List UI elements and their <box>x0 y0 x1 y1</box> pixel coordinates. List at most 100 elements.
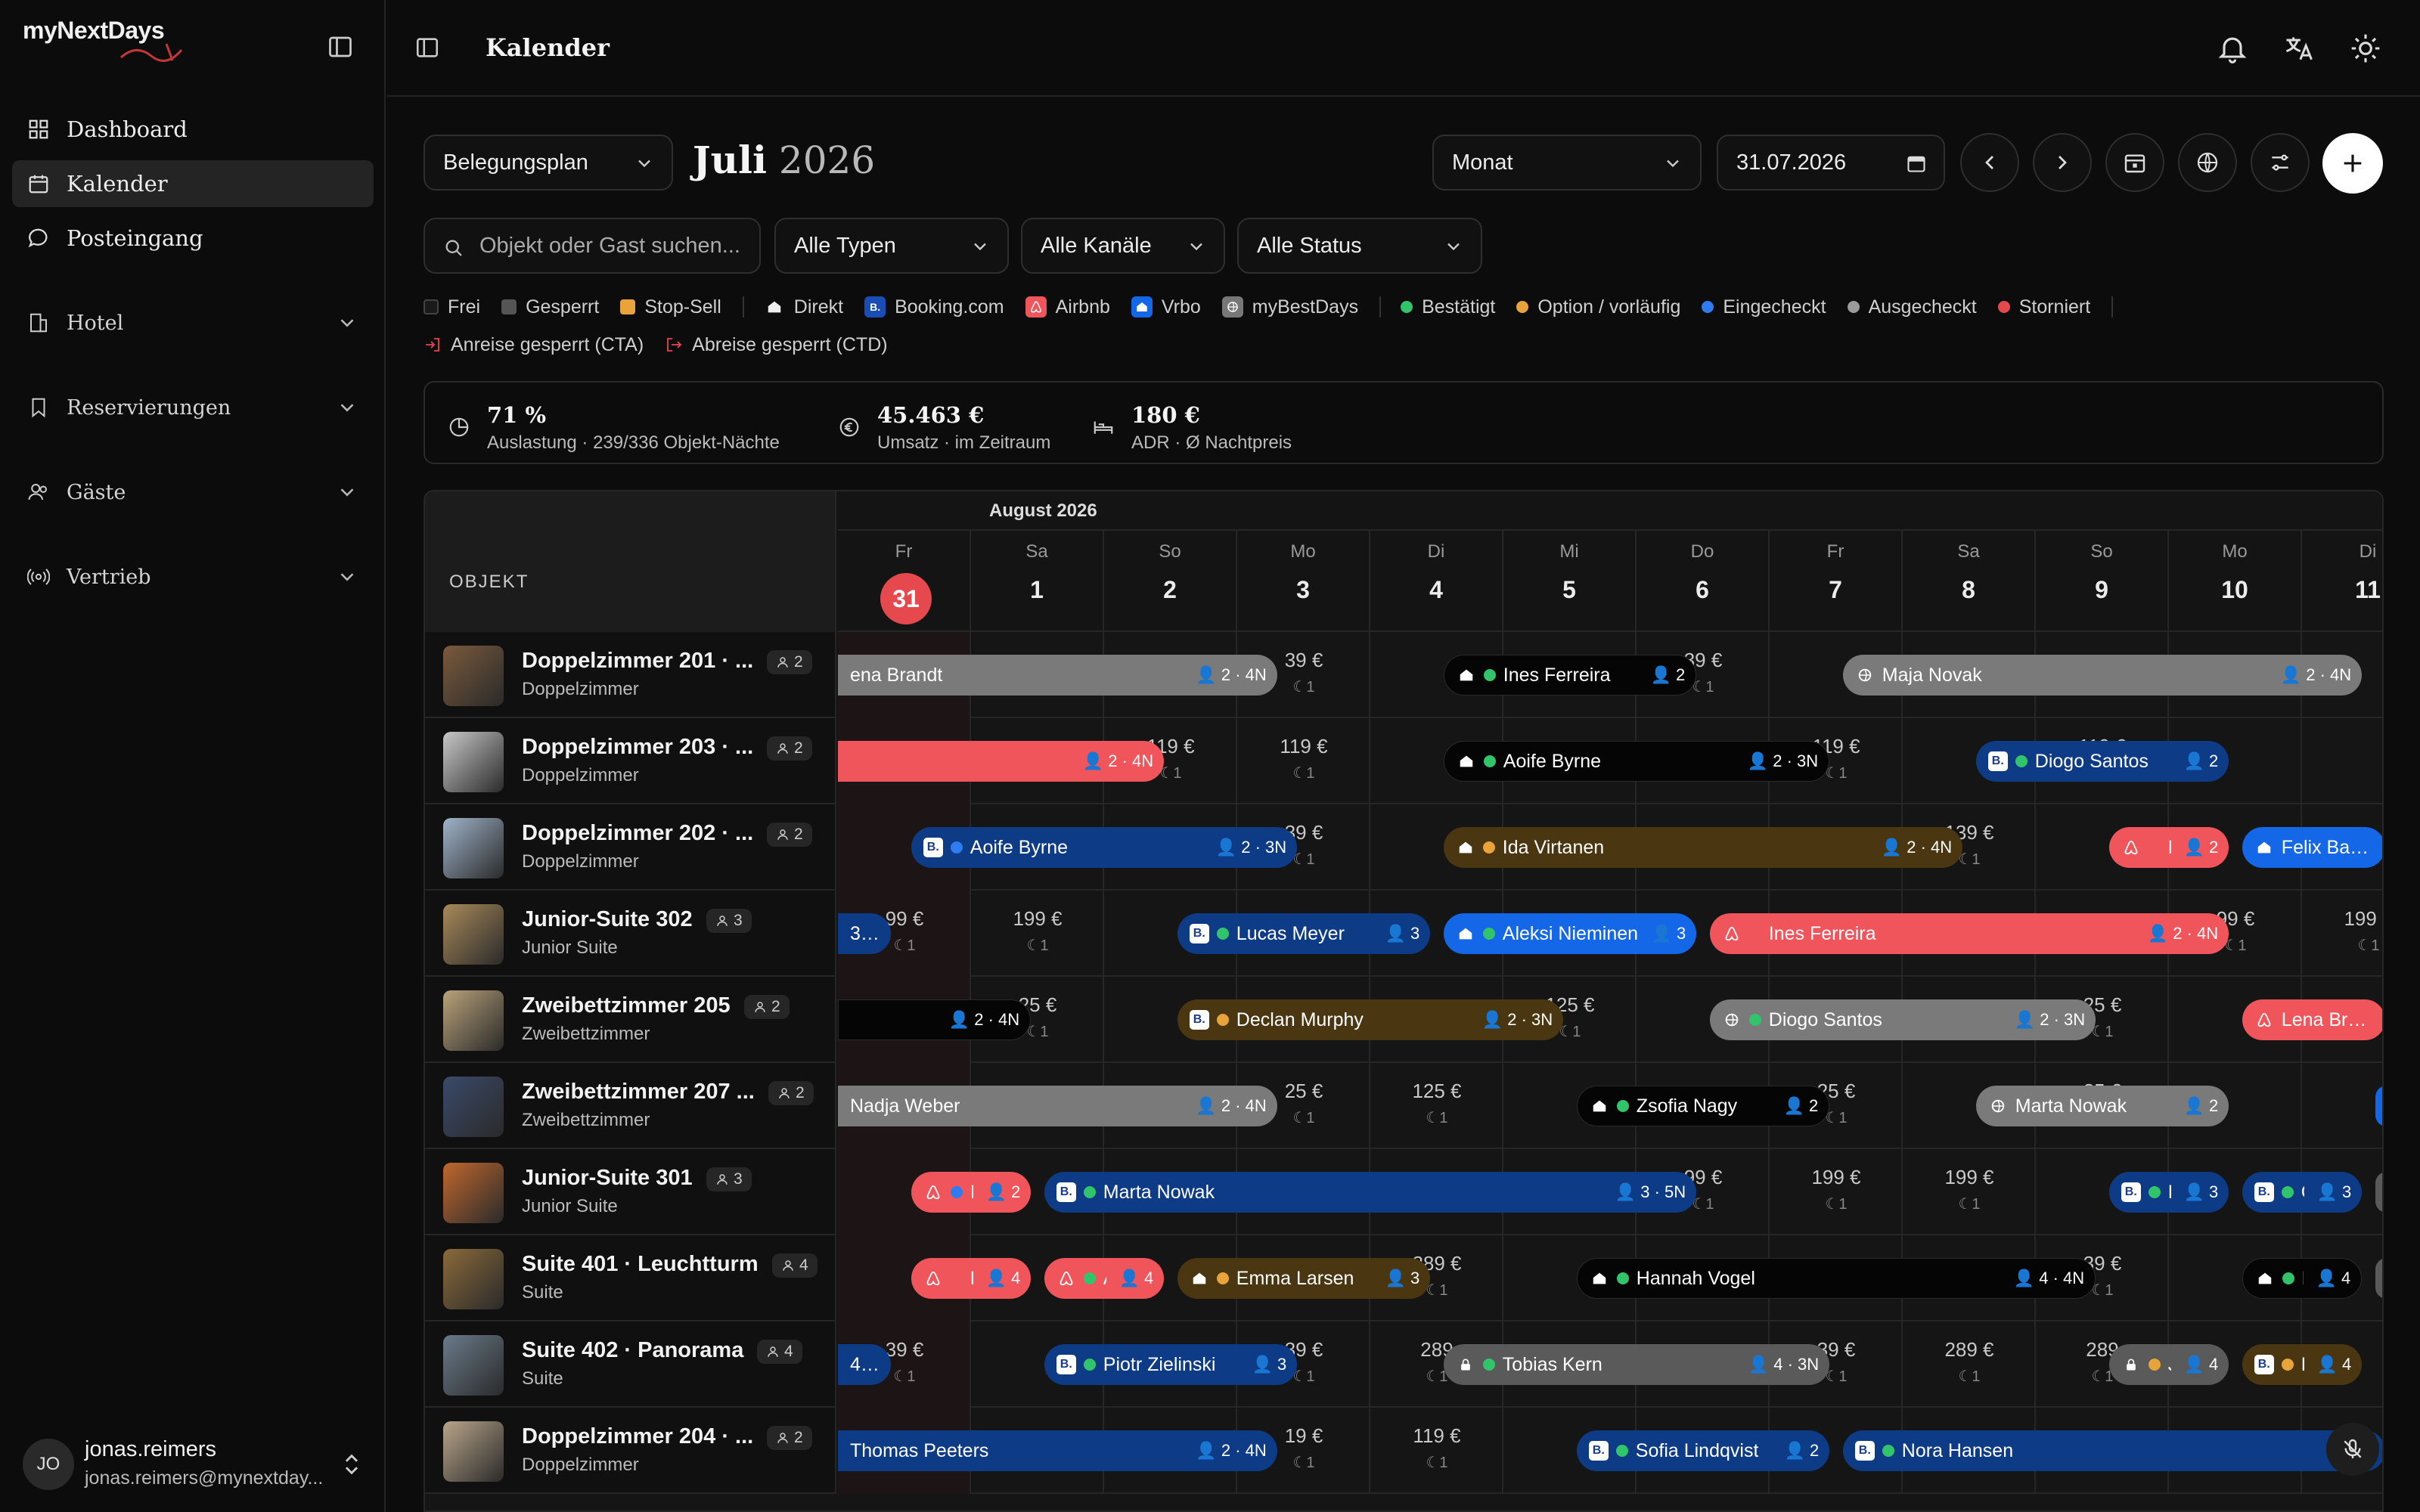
booking-bar[interactable]: Aoife Byrne 👤 2 · 3N <box>1443 741 1830 782</box>
view-select[interactable]: Belegungsplan <box>424 135 673 191</box>
booking-bar[interactable]: Zsofia Nagy 👤 2 <box>1576 1086 1830 1126</box>
calendar-icon[interactable] <box>1906 153 1927 174</box>
prev-button[interactable] <box>1960 133 2019 192</box>
booking-meta: 👤 3 <box>1651 924 1686 943</box>
booking-bar[interactable]: Emma Larsen 👤 3 <box>1177 1258 1431 1299</box>
status-filter[interactable]: Alle Status <box>1237 218 1482 274</box>
object-row-header[interactable]: Doppelzimmer 203 · ... Doppelzimmer 2 <box>425 718 836 804</box>
object-row-header[interactable]: Junior-Suite 302 Junior Suite 3 <box>425 891 836 977</box>
calendar-row: 25 € ☾1 125 € ☾1 25 € ☾1 👤 2 · 4N B. Declan Murp… <box>838 977 2382 1063</box>
booking-bar[interactable]: M.👤 2 <box>2108 827 2229 868</box>
search-input[interactable]: Objekt oder Gast suchen... <box>424 218 761 274</box>
sidebar-group-gaeste[interactable]: Gäste <box>12 469 374 516</box>
booking-bar[interactable]: Ines Ferreira 👤 2 <box>1443 655 1697 696</box>
guest-name: Diogo Santos <box>2034 750 2149 772</box>
object-type: Suite <box>522 1368 563 1389</box>
booking-bar[interactable]: H...👤 4 <box>2242 1258 2363 1299</box>
login-icon <box>426 338 439 352</box>
range-select[interactable]: Monat <box>1432 135 1702 191</box>
booking-bar[interactable]: Lena Brand <box>2242 999 2382 1040</box>
next-button[interactable] <box>2033 133 2092 192</box>
booking-bar[interactable]: B. Lucas Meyer 👤 3 <box>1177 913 1431 954</box>
object-row-header[interactable]: Doppelzimmer 202 · ... Doppelzimmer 2 <box>425 804 836 891</box>
booking-bar[interactable]: Diogo Santos 👤 2 · 3N <box>1709 999 2096 1040</box>
topbar: Kalender <box>387 0 2420 97</box>
booking-bar[interactable] <box>2375 1172 2382 1213</box>
microphone-off-button[interactable] <box>2326 1423 2379 1476</box>
object-row-header[interactable]: Suite 402 · Panorama Suite 4 <box>425 1321 836 1408</box>
booking-bar[interactable]: B. Marta Nowak 👤 3 · 5N <box>1044 1172 1697 1213</box>
settings-button[interactable] <box>2251 133 2310 192</box>
sidebar-group-reservierungen[interactable]: Reservierungen <box>12 384 374 431</box>
sidebar-group-hotel[interactable]: Hotel <box>12 299 374 346</box>
object-row-header[interactable]: Doppelzimmer 201 · ... Doppelzimmer 2 <box>425 632 836 718</box>
day-cell[interactable] <box>2302 718 2382 804</box>
object-row-header[interactable]: Junior-Suite 301 Junior Suite 3 <box>425 1149 836 1235</box>
home-icon <box>1590 1096 1609 1116</box>
booking-bar[interactable]: 4 · 3N <box>838 1344 892 1385</box>
today-button[interactable] <box>2105 133 2164 192</box>
add-booking-button[interactable] <box>2322 133 2383 194</box>
booking-bar[interactable]: B. Declan Murphy 👤 2 · 3N <box>1177 999 1564 1040</box>
booking-bar[interactable]: B. Diogo Santos 👤 2 <box>1975 741 2229 782</box>
booking-bar[interactable]: Tobias Kern 👤 4 · 3N <box>1443 1344 1830 1385</box>
day-cell[interactable] <box>1237 718 1370 804</box>
language-icon[interactable] <box>2282 32 2316 65</box>
day-cell[interactable] <box>971 891 1104 977</box>
object-row-header[interactable]: Zweibettzimmer 207 ... Zweibettzimmer 2 <box>425 1063 836 1149</box>
booking-bar[interactable]: Ida Virtanen 👤 2 · 4N <box>1443 827 1963 868</box>
bell-icon[interactable] <box>2216 32 2249 65</box>
booking-bar[interactable]: 👤 2 · 4N <box>838 741 1165 782</box>
booking-bar[interactable]: Hannah Vogel 👤 4 · 4N <box>1576 1258 2096 1299</box>
sidebar-item-posteingang[interactable]: Posteingang <box>12 215 374 262</box>
day-cell[interactable] <box>1770 1149 1903 1235</box>
booking-bar[interactable] <box>2375 1258 2382 1299</box>
user-menu[interactable]: JO jonas.reimers jonas.reimers@mynextday… <box>23 1433 371 1493</box>
booking-bar[interactable]: Marta Nowak 👤 2 <box>1975 1086 2229 1126</box>
panel-toggle-icon[interactable] <box>414 35 440 60</box>
sidebar-toggle-icon[interactable] <box>327 33 354 60</box>
channel-filter[interactable]: Alle Kanäle <box>1021 218 1225 274</box>
booking-bar[interactable]: ena Brandt 👤 2 · 4N <box>838 655 1277 696</box>
booking-bar[interactable]: Maja Novak 👤 2 · 4N <box>1842 655 2363 696</box>
day-cell[interactable] <box>1370 1063 1503 1149</box>
booking-bar[interactable]: 👤 2 · 4N <box>838 999 1032 1040</box>
booking-bar[interactable]: B. Nora Hansen <box>1842 1430 2382 1471</box>
booking-bar[interactable]: I...👤 2 <box>911 1172 1032 1213</box>
object-row-header[interactable]: Suite 401 · Leuchtturm Suite 4 <box>425 1235 836 1321</box>
booking-bar[interactable]: B.C...👤 3 <box>2242 1172 2363 1213</box>
channel-sync-button[interactable] <box>2178 133 2237 192</box>
booking-icon: B. <box>2121 1182 2141 1202</box>
day-cell[interactable] <box>1903 1149 2036 1235</box>
object-row-header[interactable]: Zweibettzimmer 205 Zweibettzimmer 2 <box>425 977 836 1063</box>
date-input[interactable]: 31.07.2026 <box>1717 135 1945 191</box>
booking-bar[interactable]: Thomas Peeters 👤 2 · 4N <box>838 1430 1277 1471</box>
booking-bar[interactable]: Nadja Weber 👤 2 · 4N <box>838 1086 1277 1126</box>
booking-bar[interactable]: P...👤 4 <box>911 1258 1032 1299</box>
sidebar-group-label: Reservierungen <box>67 395 231 420</box>
booking-bar[interactable]: J...👤 4 <box>2108 1344 2229 1385</box>
booking-bar[interactable]: 3 · 5N <box>838 913 892 954</box>
sidebar-group-vertrieb[interactable]: Vertrieb <box>12 553 374 600</box>
guest-name: Sofia Lindqvist <box>1635 1439 1759 1461</box>
booking-bar[interactable]: A...👤 4 <box>1044 1258 1165 1299</box>
type-filter[interactable]: Alle Typen <box>774 218 1009 274</box>
booking-bar[interactable]: Felix Baum <box>2242 827 2382 868</box>
sun-icon[interactable] <box>2349 32 2382 65</box>
booking-bar[interactable]: B.L...👤 3 <box>2108 1172 2229 1213</box>
object-row-header[interactable]: Doppelzimmer 204 · ... Doppelzimmer 2 <box>425 1408 836 1494</box>
globe-icon <box>2197 152 2218 173</box>
booking-bar[interactable]: B. Sofia Lindqvist 👤 2 <box>1576 1430 1830 1471</box>
day-cell[interactable] <box>1903 1321 2036 1408</box>
booking-bar[interactable]: Aleksi Nieminen 👤 3 <box>1443 913 1697 954</box>
booking-bar[interactable]: Ines Ferreira 👤 2 · 4N <box>1709 913 2229 954</box>
sidebar-item-dashboard[interactable]: Dashboard <box>12 106 374 153</box>
booking-bar[interactable] <box>2375 1086 2382 1126</box>
day-cell[interactable] <box>1370 1408 1503 1494</box>
sidebar-item-kalender[interactable]: Kalender <box>12 160 374 207</box>
booking-bar[interactable]: B. Aoife Byrne 👤 2 · 3N <box>911 827 1298 868</box>
day-cell[interactable] <box>2302 891 2382 977</box>
day-cell[interactable] <box>2302 1063 2382 1149</box>
booking-bar[interactable]: B. Piotr Zielinski 👤 3 <box>1044 1344 1298 1385</box>
booking-bar[interactable]: B.L...👤 4 <box>2242 1344 2363 1385</box>
